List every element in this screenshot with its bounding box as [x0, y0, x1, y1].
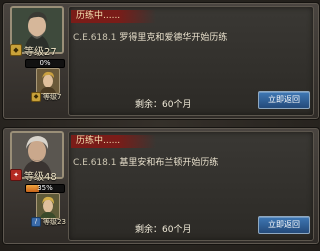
remaining-time: 剩余：60个月 [135, 100, 192, 110]
event-line: C.E.618.1 罗得里克和爱德华开始历练 [73, 30, 227, 43]
training-card-1: ◆ 等级27 0% ◆ 等级7 历练中...... C.E.618.1 罗得里克… [2, 2, 320, 120]
return-now-button[interactable]: 立即返回 [258, 91, 310, 109]
event-message: 罗得里克和爱德华开始历练 [119, 33, 228, 43]
shield-icon: ◆ [31, 92, 41, 102]
event-message: 基里安和布兰顿开始历练 [119, 158, 219, 168]
training-card-2: ✦ 等级48 35% / 等级23 历练中...... C.E.618.1 基里… [2, 127, 320, 245]
status-tag: 历练中...... [71, 10, 156, 23]
progress-text: 0% [39, 59, 51, 67]
main-level-row: ◆ 等级27 [10, 43, 57, 58]
return-now-button[interactable]: 立即返回 [258, 216, 310, 234]
axe-icon: ✦ [10, 169, 22, 181]
shield-icon: ◆ [10, 44, 22, 56]
companion-level-row: / 等级23 [31, 217, 66, 227]
status-tag: 历练中...... [71, 135, 156, 148]
companion-face-icon [37, 194, 59, 218]
sword-icon: / [31, 217, 41, 227]
companion-portrait [36, 68, 60, 94]
event-date: C.E.618.1 [73, 33, 117, 43]
main-level-label: 等级48 [24, 171, 57, 183]
main-level-label: 等级27 [24, 46, 57, 58]
progress-bar: 35% [25, 184, 65, 193]
remaining-time: 剩余：60个月 [135, 225, 192, 235]
companion-face-icon [37, 69, 59, 93]
companion-portrait [36, 193, 60, 219]
progress-bar: 0% [25, 59, 65, 68]
training-screen: ◆ 等级27 0% ◆ 等级7 历练中...... C.E.618.1 罗得里克… [0, 0, 320, 251]
event-date: C.E.618.1 [73, 158, 117, 168]
progress-text: 35% [37, 184, 53, 192]
companion-level-label: 等级7 [43, 93, 62, 101]
companion-level-label: 等级23 [43, 218, 66, 226]
event-line: C.E.618.1 基里安和布兰顿开始历练 [73, 155, 218, 168]
main-level-row: ✦ 等级48 [10, 168, 57, 183]
companion-level-row: ◆ 等级7 [31, 92, 61, 102]
